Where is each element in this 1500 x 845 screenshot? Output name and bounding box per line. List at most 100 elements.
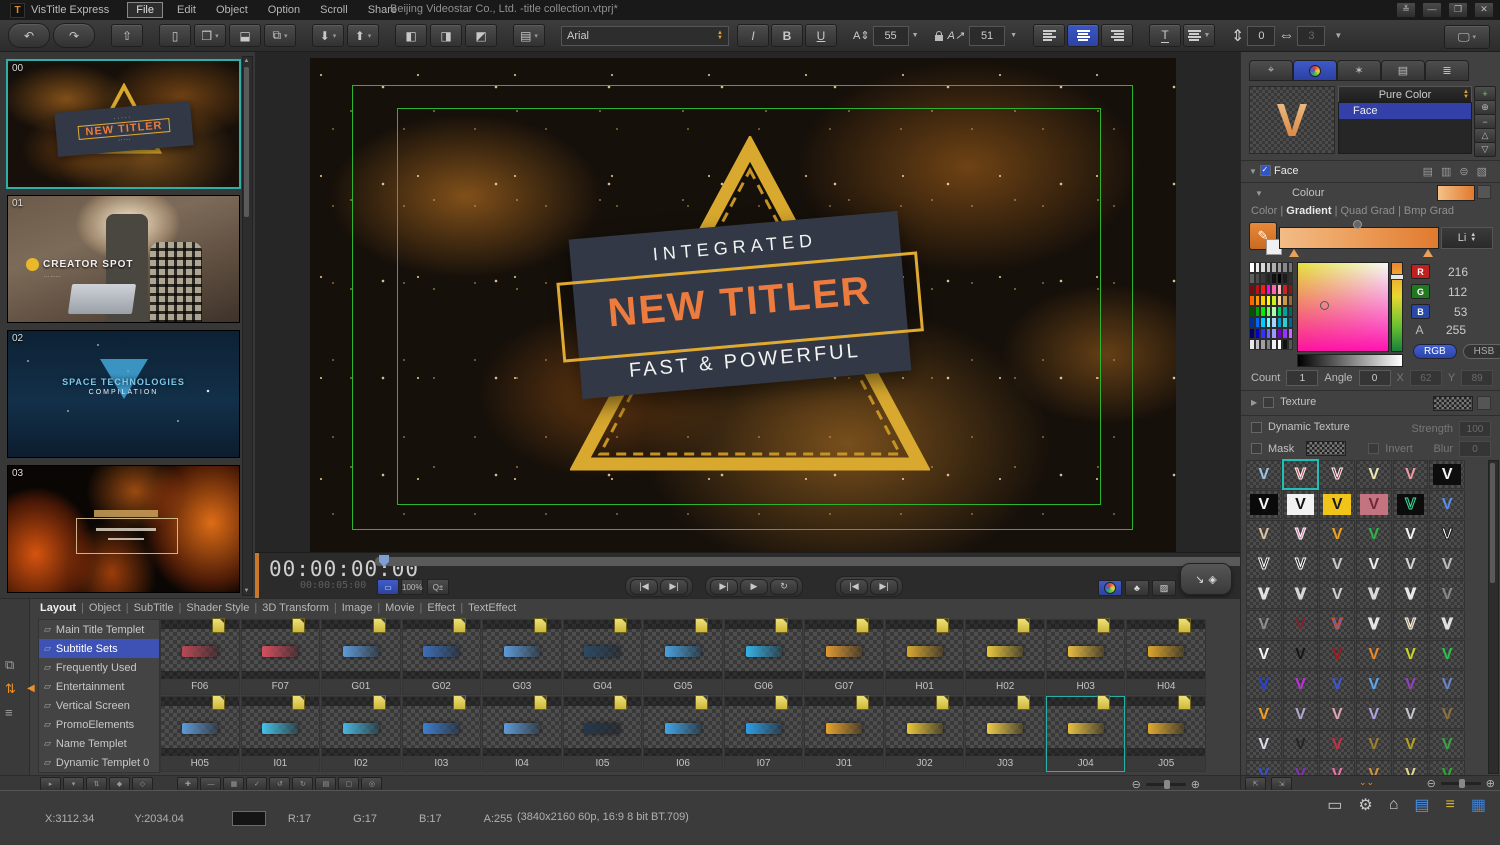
scroll-down-icon[interactable]: ▼ [243,588,250,594]
tab-image[interactable]: Image [342,602,373,614]
align-right-button[interactable] [1101,24,1133,47]
style-preset[interactable]: V [1392,550,1429,579]
zoom-slider[interactable] [1440,779,1481,788]
style-preset[interactable]: V [1392,670,1429,699]
redo-button[interactable]: ↷ [53,23,95,48]
template-item-i03[interactable]: I03 [401,695,482,772]
style-preset[interactable]: V [1429,730,1465,759]
footer-action-9-button[interactable]: ◎ [361,777,383,791]
style-preset[interactable]: V [1282,520,1319,549]
template-item-h05[interactable]: H05 [160,695,240,772]
category-vertical-screen[interactable]: ▱ Vertical Screen [39,696,159,715]
style-mode-spinner[interactable]: ▲ ▼ [1463,89,1469,100]
face-tool-icon-3[interactable]: ⊜ [1459,165,1468,178]
style-preset[interactable]: V [1356,490,1392,519]
restore-icon[interactable]: ❐ [1448,2,1468,18]
menu-file[interactable]: File [127,2,163,18]
x-field[interactable]: 62 [1409,370,1442,386]
texture-swatch[interactable] [1433,396,1473,411]
face-checkbox[interactable] [1259,165,1271,176]
tab-object[interactable]: Object [89,602,121,614]
palette-swatch[interactable] [1287,284,1293,295]
bold-button[interactable]: B [771,24,803,47]
green-value[interactable]: 112 [1448,285,1467,299]
zoom-level-button[interactable]: 100% [401,579,424,595]
colour-swatch[interactable] [1437,185,1475,201]
angle-field[interactable]: 0 [1358,370,1391,386]
underline-button[interactable]: U [805,24,837,47]
style-preset[interactable]: V [1319,520,1355,549]
font-family-spinner[interactable]: ▲ ▼ [717,30,723,41]
style-preset[interactable]: V [1429,610,1465,639]
style-preset[interactable]: V [1429,490,1465,519]
spacing-dropdown-icon[interactable]: ▼ [1334,31,1342,40]
footer-tool-5-button[interactable]: ◇ [132,777,153,791]
mask-checkbox[interactable] [1251,443,1262,454]
style-preset[interactable]: V [1319,640,1355,669]
preset-scrollbar[interactable] [1488,460,1499,774]
jump-end-button[interactable]: ▶| [660,578,688,595]
style-preset[interactable]: V [1392,730,1429,759]
template-item-h03[interactable]: H03 [1045,618,1126,695]
style-preset[interactable]: V [1319,670,1355,699]
palette-swatch[interactable] [1287,273,1293,284]
footer-action-1-button[interactable]: ✚ [177,777,199,791]
style-preset[interactable]: V [1246,460,1282,489]
style-preset[interactable]: V [1246,610,1282,639]
style-preset[interactable]: V [1392,580,1429,609]
style-preset[interactable]: V [1429,460,1465,489]
layer-list[interactable]: Face [1338,102,1472,154]
clip-list-icon[interactable]: ▤ [1414,795,1429,815]
gradient-mid-handle[interactable] [1353,220,1362,229]
style-preset[interactable]: V [1319,490,1355,519]
style-preset[interactable]: V [1356,550,1392,579]
style-preset[interactable]: V [1319,730,1355,759]
zoom-in-icon[interactable]: ⊕ [1486,777,1495,790]
style-preset[interactable]: V [1356,640,1392,669]
tab-shader-style[interactable]: Shader Style [186,602,249,614]
grad-tab-bmp-grad[interactable]: Bmp Grad [1404,205,1454,217]
collapse-colour-icon[interactable]: ▼ [1255,189,1263,198]
footer-action-7-button[interactable]: ▤ [315,777,337,791]
close-icon[interactable]: ✕ [1474,2,1494,18]
wrench-icon[interactable]: ⚙ [1358,795,1372,815]
hierarchy-icon[interactable]: ⧉ [5,657,14,673]
style-preset[interactable]: V [1282,610,1319,639]
magnify-button[interactable]: Q± [427,579,449,595]
template-item-g06[interactable]: G06 [723,618,804,695]
home-icon[interactable]: ⌂ [1389,796,1399,814]
template-item-j05[interactable]: J05 [1126,695,1206,772]
lock-icon[interactable] [934,30,943,41]
preset-tool-1-button[interactable]: ⇱ [1245,777,1266,791]
template-item-j03[interactable]: J03 [965,695,1045,772]
font-family-select[interactable]: Arial ▲ ▼ [561,25,729,46]
save-button[interactable]: ⬓ [229,24,261,47]
move-down-button[interactable]: ▽ [1474,142,1496,157]
style-preset[interactable]: V [1356,520,1392,549]
footer-tool-2-button[interactable]: ▾ [63,777,84,791]
style-preset[interactable]: V [1356,460,1392,489]
kerning-dropdown-icon[interactable]: ▼ [1010,32,1017,39]
move-up-button[interactable]: △ [1474,128,1496,143]
style-preset[interactable]: V [1246,730,1282,759]
template-item-h04[interactable]: H04 [1126,618,1206,695]
tab-subtitle[interactable]: SubTitle [134,602,174,614]
footer-action-5-button[interactable]: ↺ [269,777,291,791]
template-item-g07[interactable]: G07 [804,618,884,695]
transform-mode-button[interactable]: ↘ ◈ [1180,563,1232,595]
style-preset[interactable]: V [1392,640,1429,669]
count-field[interactable]: 1 [1286,370,1319,386]
face-tool-icon-4[interactable]: ▧ [1477,165,1487,178]
script-edit-button[interactable]: ▤ ▾ [513,24,545,47]
template-item-i07[interactable]: I07 [723,695,804,772]
colour-section-header[interactable]: ▼ Colour [1255,187,1324,199]
style-preset[interactable]: V [1429,700,1465,729]
face-section-header[interactable]: ▼ Face [1249,165,1299,177]
style-preset[interactable]: V [1392,490,1429,519]
tab-movie[interactable]: Movie [385,602,414,614]
slide-thumbnail-02[interactable]: 02 SPACE TECHNOLOGIES COMPILATION [7,330,240,458]
style-preset[interactable]: V [1246,490,1282,519]
template-item-h02[interactable]: H02 [965,618,1045,695]
style-preset[interactable]: V [1429,670,1465,699]
dropdown-icon[interactable]: ▾ [284,32,288,40]
